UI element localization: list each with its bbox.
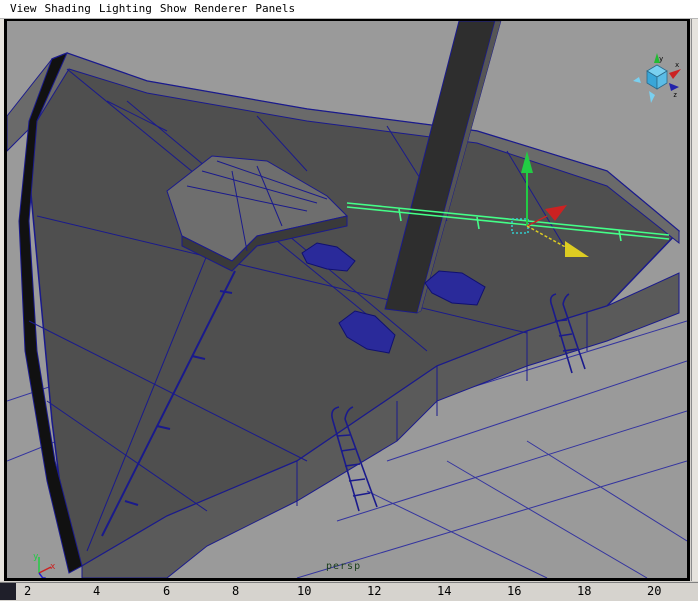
camera-name-label: persp: [326, 561, 362, 572]
perspective-viewport[interactable]: y x z y x z: [7, 21, 687, 578]
time-slider-ruler[interactable]: 2 4 6 8 10 12 14 16 18 20: [0, 582, 698, 601]
menu-show[interactable]: Show: [156, 0, 191, 18]
axis-y-label: y: [33, 552, 39, 562]
axis-x-label: x: [50, 562, 56, 572]
view-cube-z-label: z: [673, 91, 677, 99]
view-cube-x-label: x: [675, 61, 679, 69]
ruler-tick: 14: [437, 584, 452, 598]
ruler-tick: 2: [24, 584, 32, 598]
ruler-tick: 8: [232, 584, 240, 598]
menu-renderer[interactable]: Renderer: [190, 0, 251, 18]
world-axis-indicator: y x z: [29, 549, 63, 578]
viewport-frame: y x z y x z: [4, 19, 690, 581]
menu-shading[interactable]: Shading: [41, 0, 95, 18]
view-cube[interactable]: y x z: [631, 53, 683, 109]
menu-panels[interactable]: Panels: [251, 0, 299, 18]
ruler-tick: 20: [647, 584, 662, 598]
ruler-tick: 16: [507, 584, 522, 598]
ruler-tick: 12: [367, 584, 382, 598]
axis-z-label: z: [41, 575, 46, 578]
scene-render: [7, 21, 687, 578]
menu-lighting[interactable]: Lighting: [95, 0, 156, 18]
ruler-tick: 6: [163, 584, 171, 598]
right-panel-edge: [691, 19, 698, 581]
ruler-corner: [0, 583, 16, 600]
ruler-tick: 10: [297, 584, 312, 598]
view-cube-y-label: y: [659, 55, 663, 63]
ruler-tick: 4: [93, 584, 101, 598]
panel-menu-bar: View Shading Lighting Show Renderer Pane…: [0, 0, 698, 19]
ruler-tick: 18: [577, 584, 592, 598]
menu-view[interactable]: View: [0, 0, 41, 18]
